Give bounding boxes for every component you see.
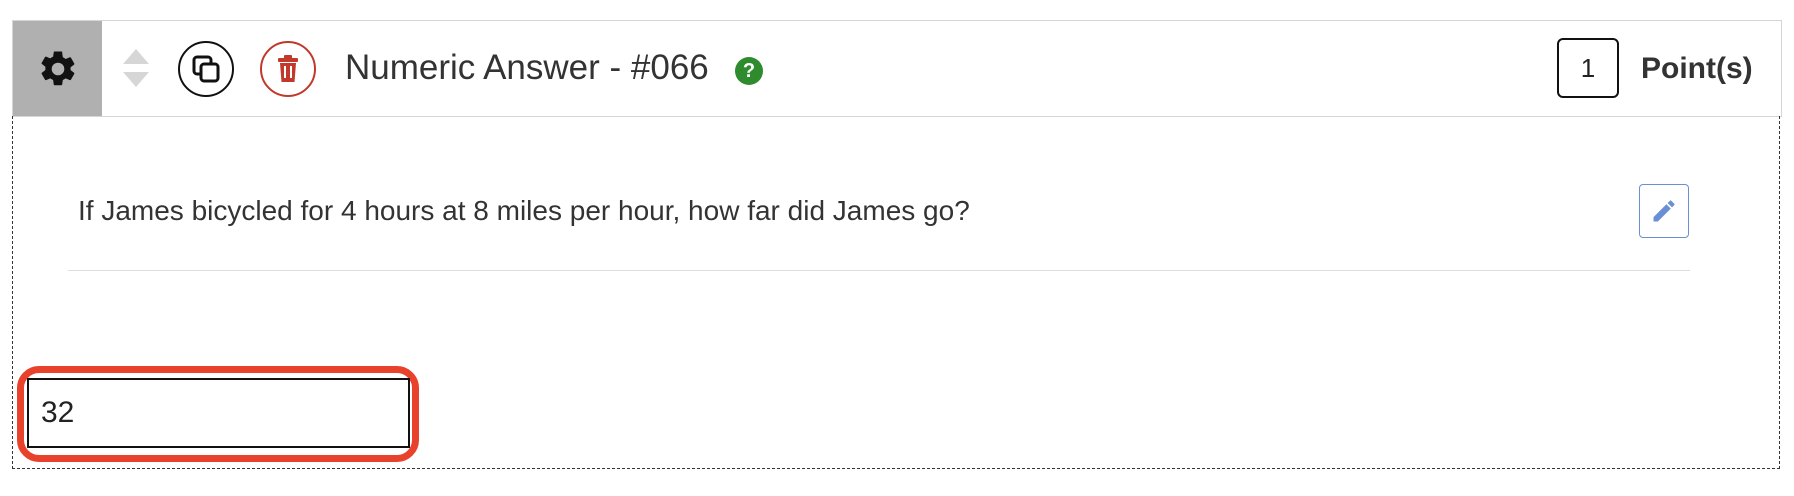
edit-button[interactable]	[1639, 184, 1689, 238]
question-title: Numeric Answer - #066	[345, 48, 709, 87]
settings-button[interactable]	[13, 21, 102, 116]
points-label: Point(s)	[1641, 52, 1753, 85]
trash-icon	[278, 55, 298, 82]
pencil-icon	[1653, 200, 1675, 222]
question-header: Numeric Answer - #066 ? 1 Point(s)	[12, 20, 1782, 117]
delete-button[interactable]	[260, 41, 316, 97]
question-card: Numeric Answer - #066 ? 1 Point(s) If Ja…	[12, 20, 1782, 470]
points-value[interactable]: 1	[1557, 38, 1619, 98]
copy-button[interactable]	[178, 41, 234, 97]
reorder-handle[interactable]	[122, 47, 150, 89]
question-body: If James bicycled for 4 hours at 8 miles…	[12, 116, 1780, 469]
copy-icon	[192, 55, 220, 83]
question-circle-icon[interactable]: ?	[735, 57, 763, 85]
gear-icon	[41, 50, 74, 85]
sort-arrows-icon	[123, 49, 149, 87]
question-text: If James bicycled for 4 hours at 8 miles…	[78, 195, 970, 226]
divider	[68, 270, 1690, 271]
numeric-answer-input[interactable]	[27, 378, 410, 448]
